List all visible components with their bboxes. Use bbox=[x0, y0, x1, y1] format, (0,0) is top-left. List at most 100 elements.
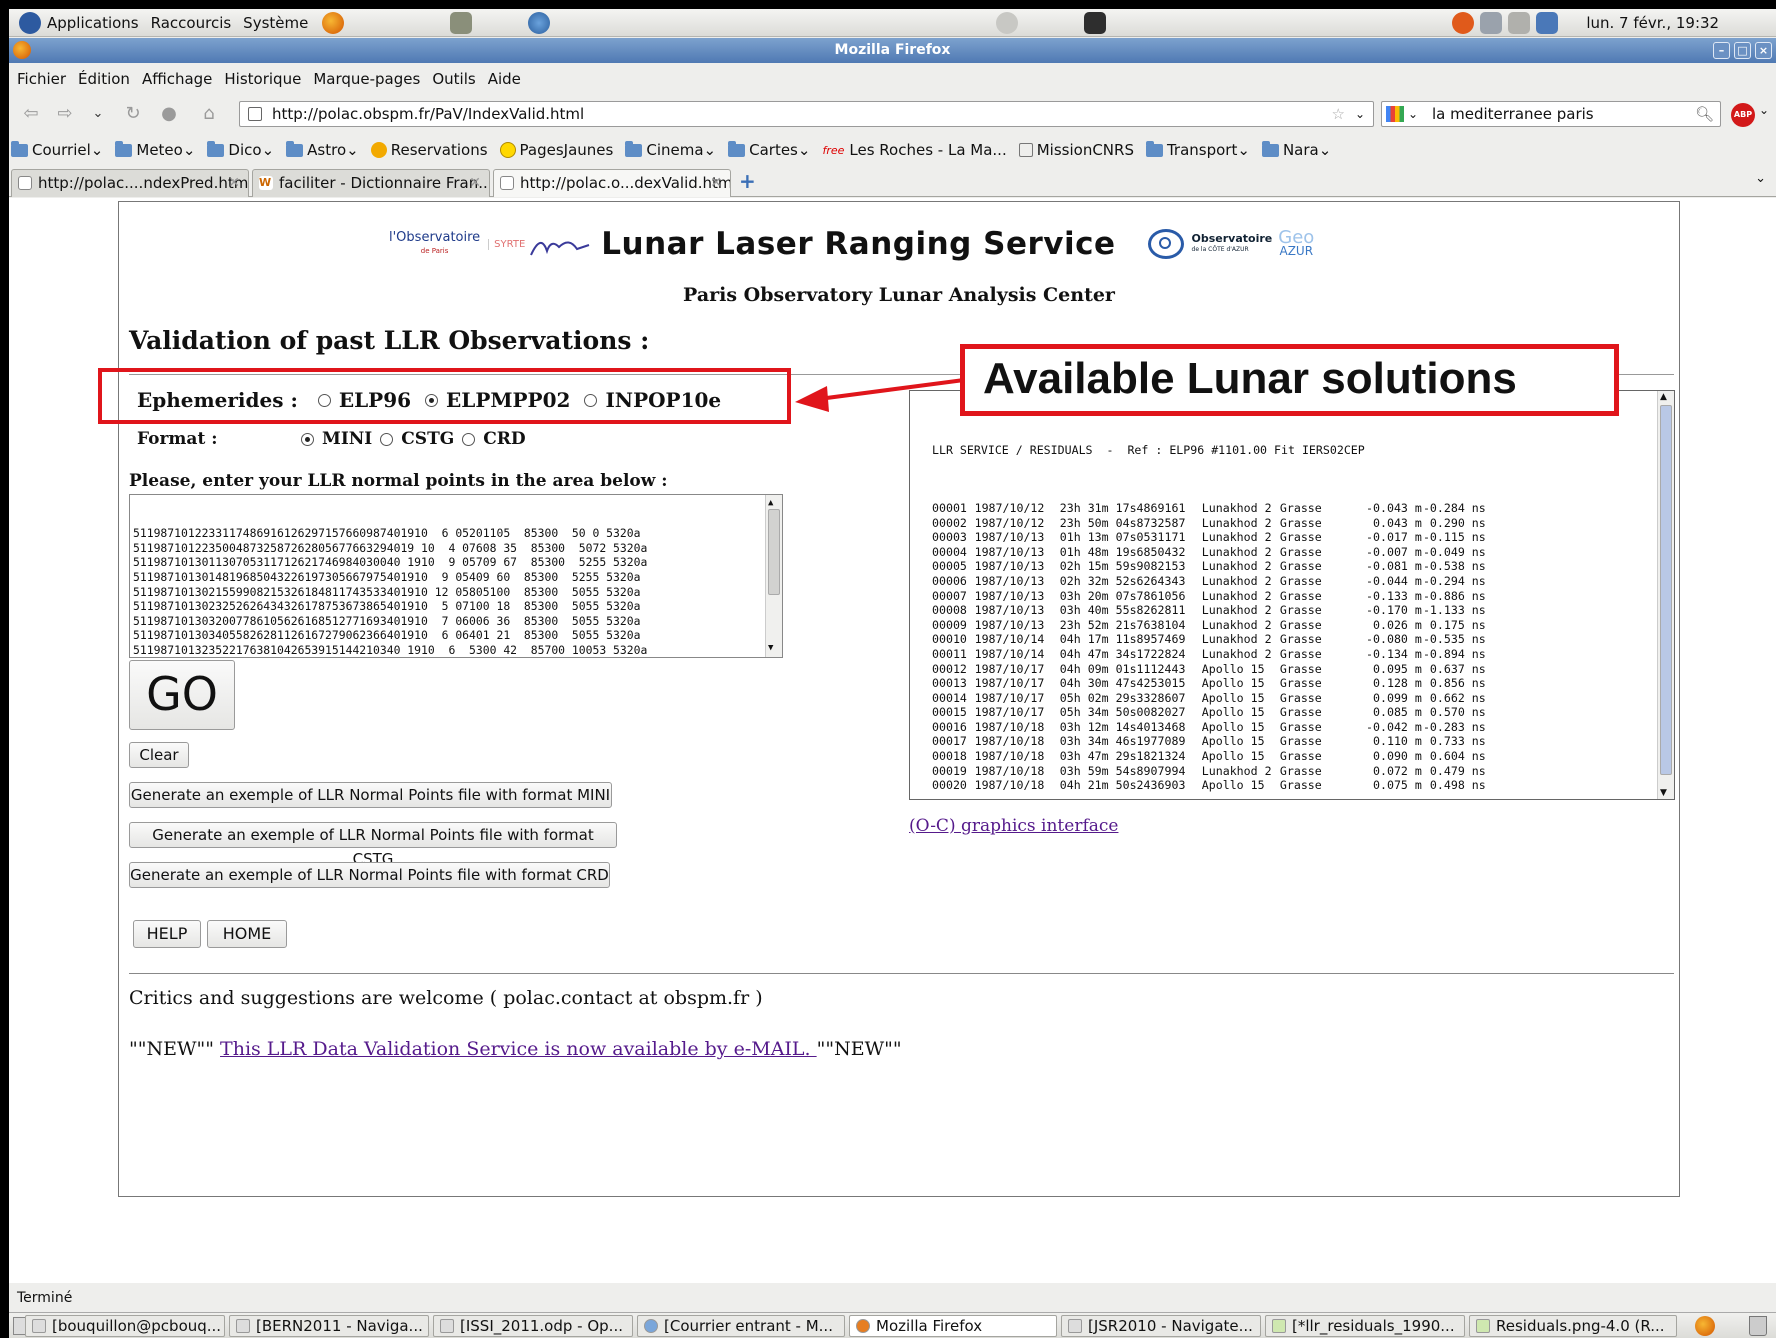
tab-faciliter[interactable]: W faciliter - Dictionnaire Fran... ✕ bbox=[252, 169, 490, 197]
radio-mini[interactable] bbox=[301, 432, 314, 446]
firefox-tray-icon[interactable] bbox=[1695, 1316, 1715, 1336]
bookmark-folder-astro[interactable]: Astro ⌄ bbox=[286, 140, 359, 159]
search-engine-dropdown-icon[interactable]: ⌄ bbox=[1408, 102, 1418, 126]
new-tab-icon[interactable]: + bbox=[739, 169, 756, 193]
tab-list-icon[interactable]: ⌄ bbox=[1755, 171, 1766, 186]
residual-cell: 04h 47m 34s1722824 bbox=[1059, 646, 1186, 661]
close-tab-icon[interactable]: ✕ bbox=[710, 170, 722, 196]
menu-affichage[interactable]: Affichage bbox=[142, 70, 212, 88]
task-issi2011[interactable]: [ISSI_2011.odp - Op... bbox=[433, 1315, 633, 1337]
url-dropdown-icon[interactable]: ⌄ bbox=[1355, 102, 1365, 126]
network-icon[interactable] bbox=[1480, 11, 1503, 34]
minimize-button[interactable]: – bbox=[1713, 42, 1730, 59]
task-terminal[interactable]: [bouquillon@pcbouq... bbox=[25, 1315, 225, 1337]
radio-cstg[interactable] bbox=[380, 432, 394, 446]
bookmark-pagesjaunes[interactable]: PagesJaunes bbox=[499, 141, 613, 159]
home-button[interactable]: HOME bbox=[207, 920, 287, 948]
sync-icon[interactable] bbox=[996, 11, 1019, 34]
residual-cell: 00006 bbox=[932, 573, 967, 588]
task-residuals-png[interactable]: Residuals.png-4.0 (R... bbox=[1469, 1315, 1677, 1337]
menu-outils[interactable]: Outils bbox=[432, 70, 475, 88]
menu-marque-pages[interactable]: Marque-pages bbox=[313, 70, 420, 88]
generate-mini-button[interactable]: Generate an exemple of LLR Normal Points… bbox=[129, 782, 612, 808]
search-bar[interactable]: ⌄ la mediterranee paris 🔍︎ bbox=[1381, 101, 1721, 127]
residual-cell: 0.095 m bbox=[1373, 661, 1422, 676]
bookmark-folder-cinema[interactable]: Cinema ⌄ bbox=[625, 140, 717, 159]
bookmark-folder-dico[interactable]: Dico ⌄ bbox=[207, 140, 274, 159]
task-bern2011[interactable]: [BERN2011 - Naviga... bbox=[229, 1315, 429, 1337]
tab-indexpred[interactable]: http://polac....ndexPred.html ✕ bbox=[11, 169, 249, 197]
scrollbar-thumb[interactable] bbox=[768, 509, 780, 595]
panel-menu-raccourcis[interactable]: Raccourcis bbox=[151, 14, 232, 32]
bookmark-star-icon[interactable]: ☆ bbox=[1332, 102, 1345, 126]
email-service-link[interactable]: This LLR Data Validation Service is now … bbox=[220, 1038, 817, 1060]
scroll-up-icon[interactable]: ▲ bbox=[1660, 392, 1667, 402]
clear-button[interactable]: Clear bbox=[129, 742, 189, 768]
bookmark-reservations[interactable]: Reservations bbox=[370, 141, 488, 159]
menu-aide[interactable]: Aide bbox=[488, 70, 521, 88]
normal-points-textarea[interactable]: 5119871012233117486916126297157660987401… bbox=[129, 494, 783, 658]
go-button[interactable]: GO bbox=[129, 660, 235, 730]
history-dropdown-icon[interactable]: ⌄ bbox=[89, 102, 107, 126]
adblock-icon[interactable]: ABP bbox=[1731, 103, 1755, 127]
adblock-dropdown-icon[interactable]: ⌄ bbox=[1759, 103, 1769, 117]
calculator-launcher-icon[interactable] bbox=[450, 11, 473, 34]
annotation-arrow-icon bbox=[795, 378, 965, 412]
generate-crd-button[interactable]: Generate an exemple of LLR Normal Points… bbox=[129, 862, 610, 888]
reload-icon[interactable]: ↻ bbox=[121, 102, 145, 126]
menu-fichier[interactable]: Fichier bbox=[17, 70, 66, 88]
bookmark-label: Astro bbox=[307, 141, 347, 159]
radio-crd[interactable] bbox=[462, 432, 476, 446]
maximize-button[interactable]: □ bbox=[1734, 42, 1751, 59]
scrollbar-thumb[interactable] bbox=[1660, 405, 1672, 775]
panel-menu-applications[interactable]: Applications bbox=[47, 14, 139, 32]
panel-menu-systeme[interactable]: Système bbox=[243, 14, 308, 32]
bookmark-missioncnrs[interactable]: MissionCNRS bbox=[1018, 141, 1134, 159]
close-tab-icon[interactable]: ✕ bbox=[228, 170, 240, 196]
search-engine-icon[interactable] bbox=[1386, 106, 1404, 122]
bookmark-folder-transport[interactable]: Transport ⌄ bbox=[1145, 140, 1250, 159]
trash-icon[interactable] bbox=[1749, 1316, 1767, 1336]
scroll-down-icon[interactable]: ▼ bbox=[768, 641, 773, 656]
residual-row: 00008 1987/10/13 03h 40m 55s8262811 Lunakho… bbox=[932, 603, 1486, 618]
bookmark-folder-meteo[interactable]: Meteo ⌄ bbox=[115, 140, 195, 159]
close-window-button[interactable]: × bbox=[1755, 42, 1772, 59]
bookmark-folder-nara[interactable]: Nara ⌄ bbox=[1261, 140, 1331, 159]
residual-cell: Lunakhod 2 bbox=[1201, 530, 1272, 545]
update-notifier-icon[interactable] bbox=[1452, 11, 1475, 34]
search-go-icon[interactable]: 🔍︎ bbox=[1695, 102, 1714, 126]
mail-launcher-icon[interactable] bbox=[528, 11, 551, 34]
residuals-scrollbar[interactable]: ▲ ▼ bbox=[1657, 391, 1674, 799]
bookmark-folder-cartes[interactable]: Cartes ⌄ bbox=[728, 140, 810, 159]
task-llr-residuals[interactable]: [*llr_residuals_1990... bbox=[1265, 1315, 1465, 1337]
volume-icon[interactable] bbox=[1508, 11, 1531, 34]
firefox-launcher-icon[interactable] bbox=[322, 11, 345, 34]
menu-edition[interactable]: Édition bbox=[78, 70, 130, 88]
residual-cell: Grasse bbox=[1279, 559, 1322, 574]
task-firefox[interactable]: Mozilla Firefox bbox=[849, 1315, 1057, 1337]
menu-historique[interactable]: Historique bbox=[224, 70, 301, 88]
back-button-icon[interactable]: ⇦ bbox=[17, 102, 45, 126]
fedora-logo-icon[interactable] bbox=[19, 11, 41, 34]
task-jsr2010[interactable]: [JSR2010 - Navigate... bbox=[1061, 1315, 1261, 1337]
help-button[interactable]: HELP bbox=[133, 920, 201, 948]
terminal-launcher-icon[interactable] bbox=[1084, 11, 1107, 34]
bookmark-folder-courriel[interactable]: Courriel ⌄ bbox=[11, 140, 103, 159]
panel-clock[interactable]: lun. 7 févr., 19:32 bbox=[1586, 14, 1719, 32]
stop-icon[interactable]: ● bbox=[157, 102, 181, 126]
forward-button-icon[interactable]: ⇨ bbox=[53, 102, 77, 126]
oc-graphics-link[interactable]: (O-C) graphics interface bbox=[909, 816, 1118, 836]
scroll-down-icon[interactable]: ▼ bbox=[1660, 788, 1667, 798]
task-courrier[interactable]: [Courrier entrant - M... bbox=[637, 1315, 845, 1337]
close-tab-icon[interactable]: ✕ bbox=[469, 170, 481, 196]
home-icon[interactable]: ⌂ bbox=[197, 102, 221, 126]
bookmark-les-roches[interactable]: free Les Roches - La Ma... bbox=[822, 141, 1006, 159]
residuals-output-box[interactable]: LLR SERVICE / RESIDUALS - Ref : ELP96 #1… bbox=[909, 390, 1675, 800]
generate-cstg-button[interactable]: Generate an exemple of LLR Normal Points… bbox=[129, 822, 617, 868]
tab-indexvalid[interactable]: http://polac.o...dexValid.html ✕ bbox=[493, 169, 731, 197]
window-firefox-icon[interactable] bbox=[13, 41, 31, 59]
url-bar[interactable]: http://polac.obspm.fr/PaV/IndexValid.htm… bbox=[239, 101, 1374, 127]
chevron-down-icon: ⌄ bbox=[703, 141, 717, 159]
display-icon[interactable] bbox=[1536, 11, 1559, 34]
textarea-scrollbar[interactable]: ▲ ▼ bbox=[765, 495, 782, 657]
